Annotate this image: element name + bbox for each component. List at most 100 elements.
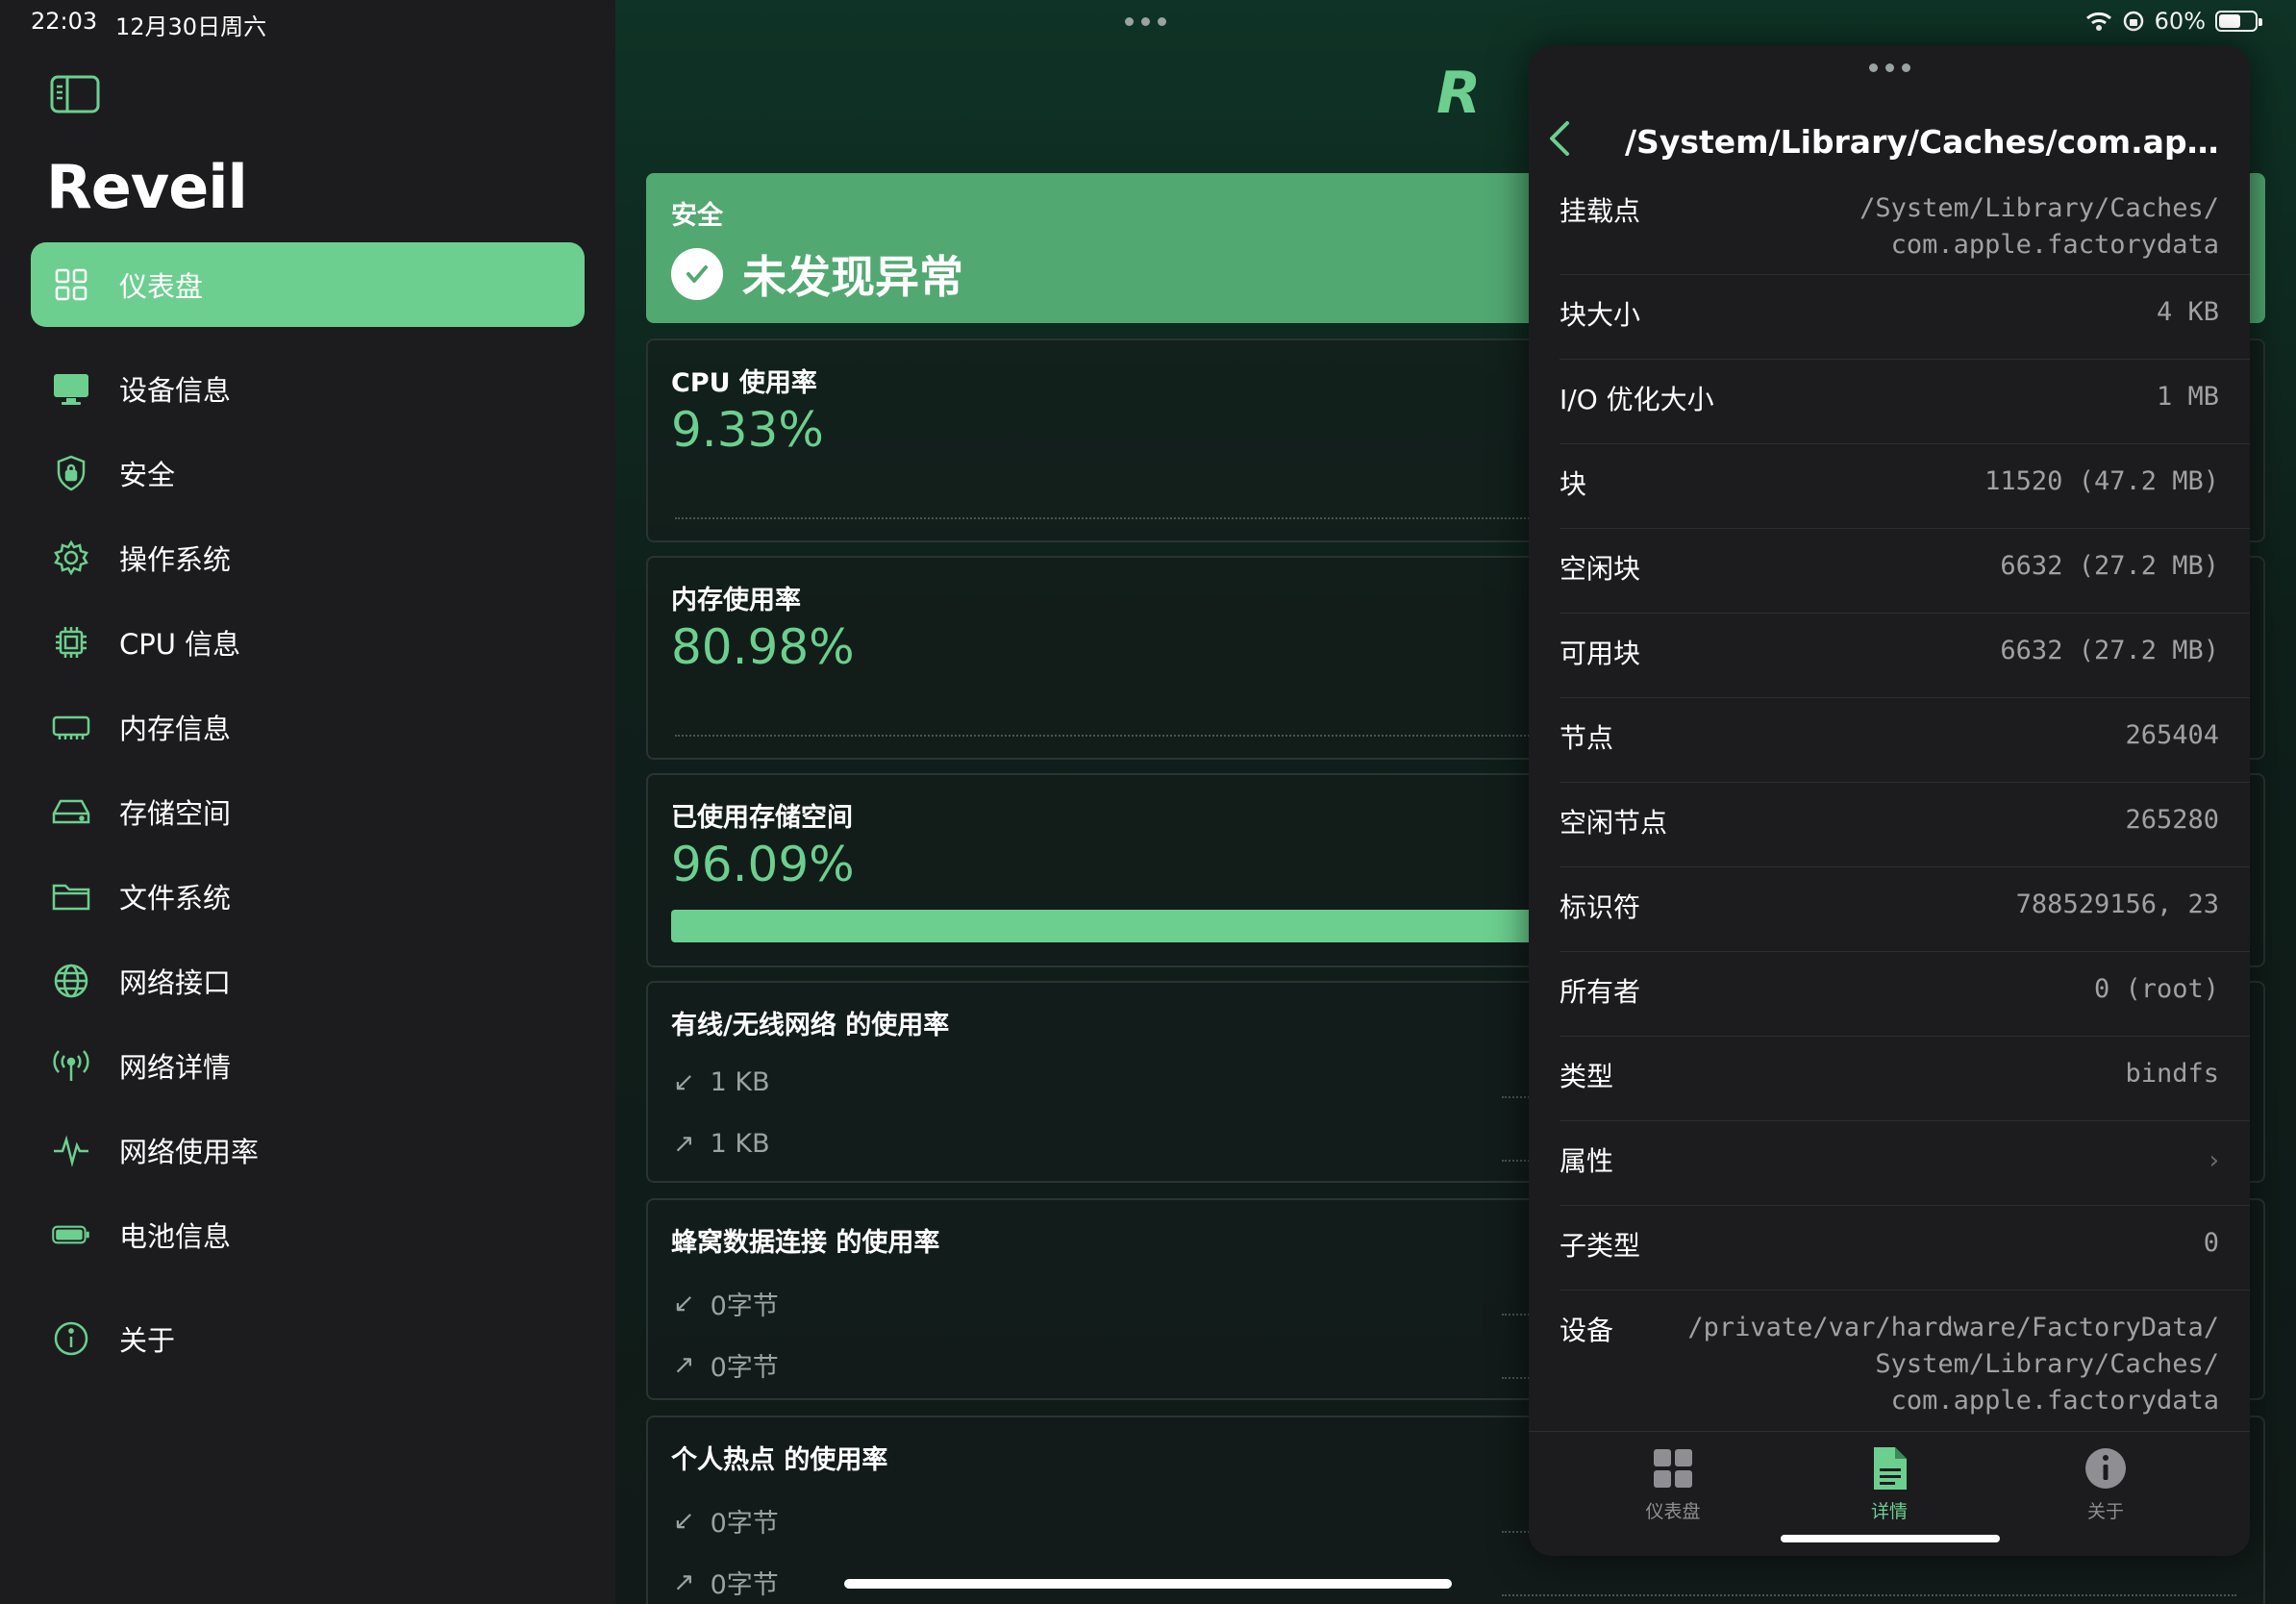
sidebar-item-label: 存储空间	[119, 797, 232, 830]
sidebar-item-label: 安全	[119, 459, 176, 491]
wired-usage-title: 有线/无线网络 的使用率	[671, 1011, 950, 1040]
detail-row-device: 设备 /private/var/hardware/FactoryData/ Sy…	[1560, 1291, 2250, 1425]
gear-icon	[52, 539, 90, 577]
detail-row-value: 1 MB	[2156, 382, 2219, 412]
grid-icon	[1654, 1449, 1692, 1488]
sidebar-item-about[interactable]: 关于	[31, 1296, 585, 1381]
detail-row-label: 挂载点	[1560, 195, 1641, 227]
tab-about[interactable]: 关于	[2029, 1445, 2183, 1523]
sidebar-item-label: 关于	[119, 1324, 176, 1357]
cpu-icon	[52, 623, 90, 662]
detail-row-subtype: 子类型 0	[1560, 1206, 2250, 1291]
detail-row-label: I/O 优化大小	[1560, 384, 1714, 415]
detail-row-label: 标识符	[1560, 891, 1641, 923]
waveform-icon	[52, 1131, 90, 1169]
detail-rows: 挂载点 /System/Library/Caches/ com.apple.fa…	[1529, 171, 2250, 1425]
sidebar-item-storage[interactable]: 存储空间	[31, 769, 585, 854]
multitask-dots-icon[interactable]	[1125, 17, 1166, 26]
tab-label: 仪表盘	[1645, 1501, 1701, 1522]
sidebar-item-network-interfaces[interactable]: 网络接口	[31, 939, 585, 1023]
arrow-up-right-icon: ↗	[673, 1567, 695, 1597]
arrow-up-right-icon: ↗	[673, 1350, 695, 1380]
value-line: System/Library/Caches/	[1875, 1349, 2219, 1379]
sidebar-toggle-icon[interactable]	[50, 75, 100, 113]
sidebar-item-label: 网络接口	[119, 966, 232, 999]
cellular-download-value: 0字节	[710, 1291, 779, 1321]
arrow-up-right-icon: ↗	[673, 1129, 695, 1159]
detail-row-value: bindfs	[2125, 1059, 2219, 1089]
sidebar-item-network-usage[interactable]: 网络使用率	[31, 1108, 585, 1192]
shield-icon	[52, 454, 90, 492]
home-indicator[interactable]	[844, 1579, 1452, 1589]
detail-row-value: /System/Library/Caches/ com.apple.factor…	[1859, 190, 2219, 263]
sidebar-item-label: 内存信息	[119, 713, 232, 745]
sidebar-item-memory[interactable]: 内存信息	[31, 685, 585, 769]
sidebar-item-label: 电池信息	[119, 1220, 232, 1253]
memory-usage-value: 80.98%	[671, 619, 855, 675]
battery-indicator-icon	[2215, 11, 2262, 32]
detail-row-label: 节点	[1560, 722, 1614, 754]
lock-rotation-icon	[2123, 11, 2143, 32]
battery-percent: 60%	[2154, 8, 2206, 35]
app-title: Reveil	[46, 152, 248, 222]
sidebar-item-cpu[interactable]: CPU 信息	[31, 600, 585, 685]
detail-row-identifier: 标识符 788529156, 23	[1560, 867, 2250, 952]
detail-row-value: 265404	[2125, 720, 2219, 750]
sidebar-item-label: 设备信息	[119, 374, 232, 407]
wired-download-value: 1 KB	[710, 1067, 770, 1097]
screen: 22:03 12月30日周六 Reveil 仪表盘 设备信息 安全 操作系统 C…	[0, 0, 2296, 1604]
info-icon	[2085, 1448, 2126, 1489]
nav-gap	[31, 1277, 585, 1296]
wired-upload-row: ↗ 1 KB	[673, 1129, 770, 1159]
panel-dots-icon[interactable]	[1869, 63, 1910, 72]
detail-row-value: 11520 (47.2 MB)	[1984, 466, 2219, 496]
hotspot-usage-title: 个人热点 的使用率	[671, 1445, 888, 1475]
value-line: /private/var/hardware/FactoryData/	[1687, 1313, 2219, 1342]
memory-icon	[52, 708, 90, 746]
detail-row-value: 0 (root)	[2093, 974, 2219, 1004]
sidebar-item-filesystem[interactable]: 文件系统	[31, 854, 585, 939]
hotspot-upload-value: 0字节	[710, 1570, 779, 1600]
sidebar-item-label: CPU 信息	[119, 628, 241, 661]
sidebar-item-dashboard[interactable]: 仪表盘	[31, 242, 585, 327]
sidebar-item-label: 仪表盘	[119, 270, 204, 303]
sidebar-nav: 仪表盘 设备信息 安全 操作系统 CPU 信息 内存信息 存储空间 文件系统 网…	[31, 242, 585, 1381]
cellular-upload-value: 0字节	[710, 1353, 779, 1383]
cellular-download-row: ↙ 0字节	[673, 1285, 779, 1322]
detail-row-attributes[interactable]: 属性 ›	[1560, 1121, 2250, 1206]
detail-row-nodes: 节点 265404	[1560, 698, 2250, 783]
sidebar-item-battery[interactable]: 电池信息	[31, 1192, 585, 1277]
storage-usage-title: 已使用存储空间	[671, 803, 853, 833]
hotspot-download-value: 0字节	[710, 1509, 779, 1539]
sidebar-item-label: 操作系统	[119, 543, 232, 576]
back-chevron-icon[interactable]	[1546, 119, 1573, 158]
detail-row-label: 空闲节点	[1560, 807, 1668, 839]
sidebar-item-network-details[interactable]: 网络详情	[31, 1023, 585, 1108]
tab-label: 详情	[1870, 1501, 1908, 1522]
arrow-down-left-icon: ↙	[673, 1289, 695, 1318]
storage-usage-value: 96.09%	[671, 837, 855, 892]
app-logo: R	[1436, 60, 1482, 127]
dashboard-icon	[52, 265, 90, 304]
detail-row-value: 265280	[2125, 805, 2219, 835]
sidebar-item-device-info[interactable]: 设备信息	[31, 346, 585, 431]
detail-row-type: 类型 bindfs	[1560, 1037, 2250, 1121]
antenna-icon	[52, 1046, 90, 1085]
detail-row-value: 788529156, 23	[2015, 890, 2219, 919]
tab-dashboard[interactable]: 仪表盘	[1596, 1445, 1750, 1523]
folder-icon	[52, 877, 90, 915]
detail-row-value: 6632 (27.2 MB)	[2000, 636, 2219, 665]
sidebar-item-os[interactable]: 操作系统	[31, 515, 585, 600]
nav-gap	[31, 327, 585, 346]
cpu-usage-value: 9.33%	[671, 402, 824, 458]
detail-row-value: /private/var/hardware/FactoryData/ Syste…	[1687, 1310, 2219, 1419]
safety-label: 安全	[671, 201, 723, 231]
sidebar-item-label: 网络详情	[119, 1051, 232, 1084]
panel-home-indicator[interactable]	[1781, 1535, 2000, 1542]
detail-row-label: 子类型	[1560, 1230, 1641, 1262]
tab-details[interactable]: 详情	[1812, 1445, 1966, 1523]
detail-row-label: 设备	[1560, 1315, 1614, 1346]
cellular-usage-title: 蜂窝数据连接 的使用率	[671, 1228, 940, 1258]
sidebar-item-security[interactable]: 安全	[31, 431, 585, 515]
detail-panel: /System/Library/Caches/com.apple.f... 挂载…	[1529, 46, 2250, 1556]
